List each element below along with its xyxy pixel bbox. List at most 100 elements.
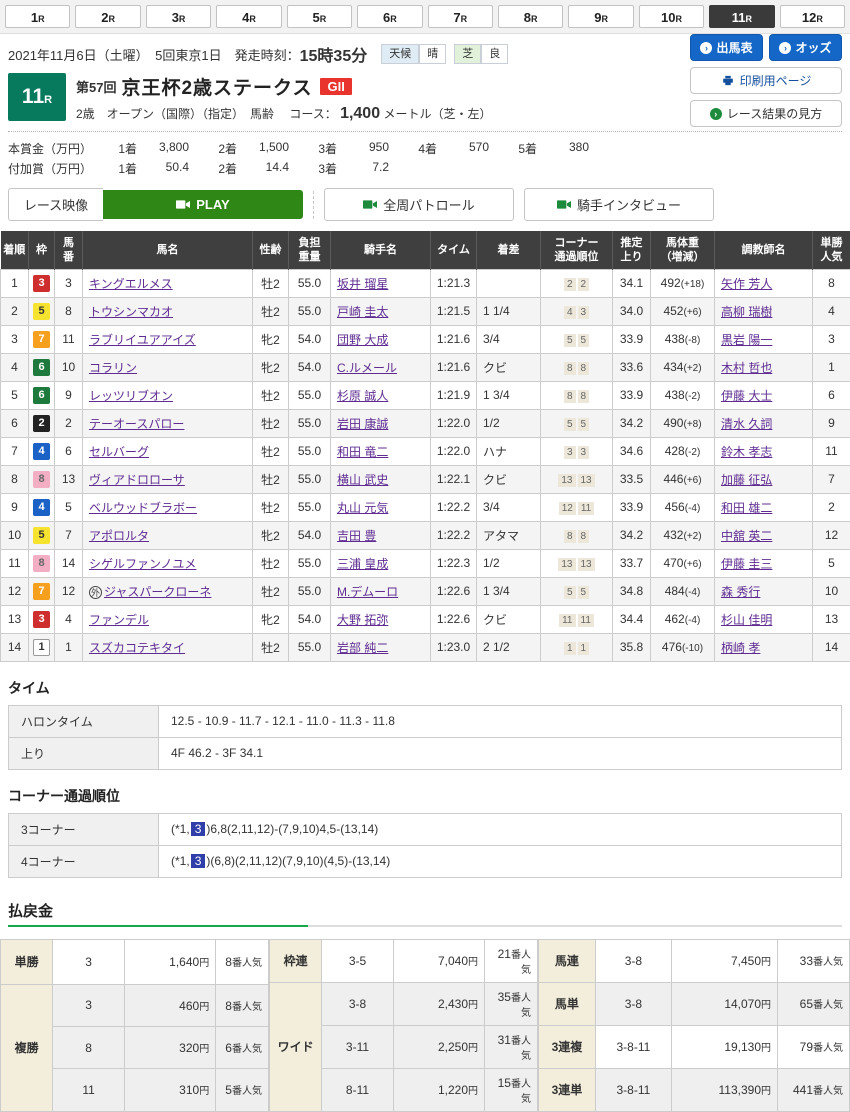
race-tab-5R[interactable]: 5R xyxy=(287,5,352,28)
race-tab-6R[interactable]: 6R xyxy=(357,5,422,28)
race-tab-11R[interactable]: 11R xyxy=(709,5,774,28)
results-column-header: 単勝 人気 xyxy=(813,232,850,270)
trainer-name-link[interactable]: 清水 久詞 xyxy=(721,417,772,431)
horse-weight-diff: (+6) xyxy=(683,307,701,318)
trainer-name-link[interactable]: 森 秀行 xyxy=(721,585,760,599)
trainer-name-link[interactable]: 中舘 英二 xyxy=(721,529,772,543)
jockey-interview-button[interactable]: 騎手インタビュー xyxy=(524,188,714,221)
jockey-name-link[interactable]: 横山 武史 xyxy=(337,473,388,487)
finish-position: 12 xyxy=(1,577,29,605)
trainer-cell: 清水 久詞 xyxy=(715,409,813,437)
trainer-name-link[interactable]: 伊藤 圭三 xyxy=(721,557,772,571)
trainer-name-link[interactable]: 鈴木 孝志 xyxy=(721,445,772,459)
jockey-name-link[interactable]: 岩部 純二 xyxy=(337,641,388,655)
print-page-button[interactable]: 印刷用ページ xyxy=(690,67,842,94)
play-button[interactable]: PLAY xyxy=(103,190,303,219)
win-popularity: 1 xyxy=(813,353,850,381)
last-3f-time: 34.1 xyxy=(613,269,651,297)
how-to-read-button[interactable]: › レース結果の見方 xyxy=(690,100,842,127)
horse-name-link[interactable]: セルバーグ xyxy=(89,445,149,459)
frame-cell: 6 xyxy=(29,381,55,409)
race-tab-12R[interactable]: 12R xyxy=(780,5,845,28)
race-tab-number: 10 xyxy=(661,10,675,25)
jockey-name-link[interactable]: 吉田 豊 xyxy=(337,529,376,543)
horse-weight-diff: (+18) xyxy=(681,279,705,290)
jockey-name-link[interactable]: C.ルメール xyxy=(337,361,397,375)
race-tab-9R[interactable]: 9R xyxy=(568,5,633,28)
horse-name-link[interactable]: ジャスパークローネ xyxy=(104,585,211,599)
jockey-name-link[interactable]: 大野 拓弥 xyxy=(337,613,388,627)
last-3f-time: 33.9 xyxy=(613,381,651,409)
horse-name-link[interactable]: ヴィアドロローサ xyxy=(89,473,185,487)
frame-cell: 1 xyxy=(29,633,55,661)
results-column-header: 負担 重量 xyxy=(289,232,331,270)
payout-amount: 2,250円 xyxy=(393,1025,484,1068)
horse-name-link[interactable]: アポロルタ xyxy=(89,529,149,543)
frame-number-badge: 4 xyxy=(33,499,50,516)
yen-suffix: 円 xyxy=(761,957,771,968)
popularity-suffix: 番人気 xyxy=(813,957,843,968)
trainer-name-link[interactable]: 伊藤 大士 xyxy=(721,389,772,403)
trainer-name-link[interactable]: 柄崎 孝 xyxy=(721,641,760,655)
jockey-name-link[interactable]: 戸崎 圭太 xyxy=(337,305,388,319)
jockey-name-link[interactable]: M.デムーロ xyxy=(337,585,398,599)
jockey-name-link[interactable]: 岩田 康誠 xyxy=(337,417,388,431)
jockey-name-link[interactable]: 坂井 瑠星 xyxy=(337,277,388,291)
win-popularity: 14 xyxy=(813,633,850,661)
payout-amount: 7,450円 xyxy=(671,939,777,982)
patrol-video-button[interactable]: 全周パトロール xyxy=(324,188,514,221)
race-tab-10R[interactable]: 10R xyxy=(639,5,704,28)
odds-button[interactable]: › オッズ xyxy=(769,34,842,61)
race-tab-7R[interactable]: 7R xyxy=(428,5,493,28)
race-tab-4R[interactable]: 4R xyxy=(216,5,281,28)
sex-age: 牡2 xyxy=(253,577,289,605)
bet-combination: 8 xyxy=(53,1027,125,1069)
jockey-name-link[interactable]: 和田 竜二 xyxy=(337,445,388,459)
horse-name-link[interactable]: ベルウッドブラボー xyxy=(89,501,197,515)
frame-number-badge: 3 xyxy=(33,275,50,292)
horse-name-link[interactable]: スズカコテキタイ xyxy=(89,641,185,655)
popularity-suffix: 番人気 xyxy=(511,950,531,976)
popularity-suffix: 番人気 xyxy=(232,1044,262,1055)
race-tab-1R[interactable]: 1R xyxy=(5,5,70,28)
bet-type-label: 馬単 xyxy=(538,982,595,1025)
trainer-name-link[interactable]: 加藤 征弘 xyxy=(721,473,772,487)
jockey-name-link[interactable]: 三浦 皇成 xyxy=(337,557,388,571)
payout-popularity: 441番人気 xyxy=(778,1068,850,1111)
horse-name-link[interactable]: キングエルメス xyxy=(89,277,173,291)
trainer-name-link[interactable]: 木村 哲也 xyxy=(721,361,772,375)
entry-table-button[interactable]: › 出馬表 xyxy=(690,34,763,61)
horse-weight-cell: 492(+18) xyxy=(651,269,715,297)
race-tab-suffix: R xyxy=(531,14,538,24)
corner-order-text: (*1, xyxy=(171,822,190,836)
frame-cell: 8 xyxy=(29,549,55,577)
horse-name-link[interactable]: ラブリイユアアイズ xyxy=(89,333,196,347)
trainer-name-link[interactable]: 高柳 瑞樹 xyxy=(721,305,772,319)
trainer-name-link[interactable]: 黒岩 陽一 xyxy=(721,333,772,347)
horse-name-link[interactable]: コラリン xyxy=(89,361,137,375)
horse-name-link[interactable]: ファンデル xyxy=(89,613,149,627)
corner-positions-cell: 43 xyxy=(541,297,613,325)
bonus-prize-values: 1着50.42着14.43着7.2 xyxy=(103,160,403,177)
payout-amount-value: 19,130 xyxy=(724,1040,761,1054)
corner-position-box: 11 xyxy=(578,502,594,515)
race-tab-3R[interactable]: 3R xyxy=(146,5,211,28)
horse-name-link[interactable]: レッツリブオン xyxy=(89,389,173,403)
jockey-name-link[interactable]: 杉原 誠人 xyxy=(337,389,388,403)
trainer-name-link[interactable]: 杉山 佳明 xyxy=(721,613,772,627)
carried-weight: 55.0 xyxy=(289,633,331,661)
race-tab-2R[interactable]: 2R xyxy=(75,5,140,28)
horse-name-link[interactable]: テーオースパロー xyxy=(89,417,184,431)
finish-position: 5 xyxy=(1,381,29,409)
jockey-name-link[interactable]: 団野 大成 xyxy=(337,333,388,347)
corner-position-box: 5 xyxy=(578,334,590,347)
finish-position: 8 xyxy=(1,465,29,493)
jockey-name-link[interactable]: 丸山 元気 xyxy=(337,501,388,515)
trainer-name-link[interactable]: 矢作 芳人 xyxy=(721,277,772,291)
trainer-name-link[interactable]: 和田 雄二 xyxy=(721,501,772,515)
corner-position-box: 3 xyxy=(578,306,590,319)
horse-name-link[interactable]: シゲルファンノユメ xyxy=(89,557,196,571)
race-tab-8R[interactable]: 8R xyxy=(498,5,563,28)
horse-name-link[interactable]: トウシンマカオ xyxy=(89,305,173,319)
finish-time: 1:22.1 xyxy=(431,465,477,493)
